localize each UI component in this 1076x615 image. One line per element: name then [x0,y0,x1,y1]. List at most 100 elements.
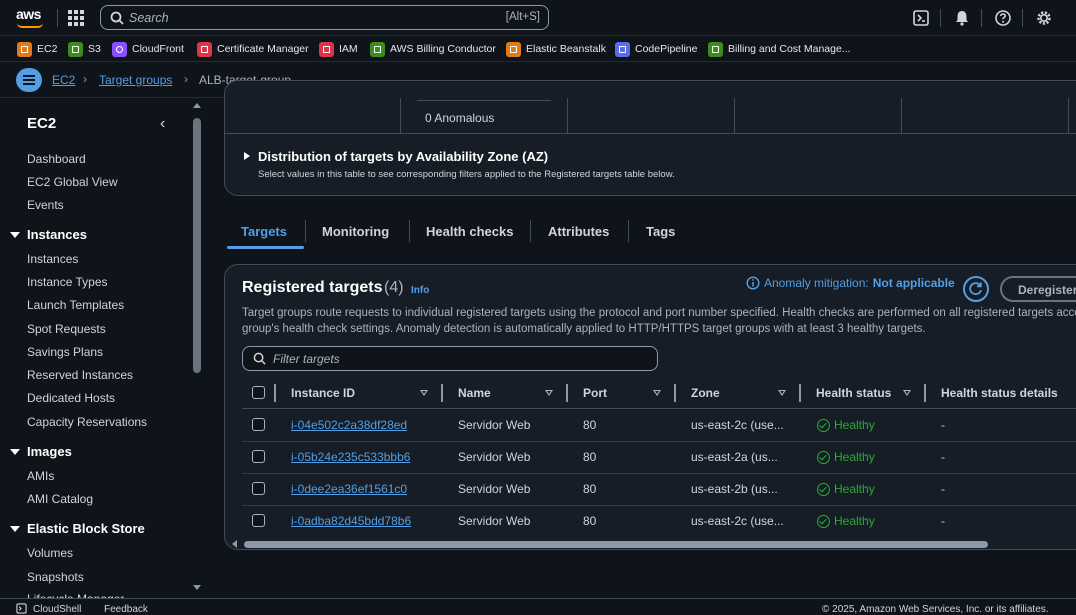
footer-copyright: © 2025, Amazon Web Services, Inc. or its… [822,604,1049,615]
bell-icon[interactable] [953,9,971,27]
favorite-s3[interactable]: S3 [68,40,101,58]
instance-id-link[interactable]: i-04e502c2a38df28ed [291,418,407,432]
sidebar-item-dedicated-hosts[interactable]: Dedicated Hosts [27,391,115,405]
table-horizontal-scrollbar[interactable] [230,539,1076,549]
favorite-codepipeline[interactable]: CodePipeline [615,40,697,58]
sort-icon[interactable] [653,390,661,396]
sidebar-item-volumes[interactable]: Volumes [27,546,73,560]
global-search[interactable]: [Alt+S] [100,5,549,30]
sidebar-item-global-view[interactable]: EC2 Global View [27,175,118,189]
sidebar-item-ami-catalog[interactable]: AMI Catalog [27,492,93,506]
column-header-port[interactable]: Port [583,386,607,400]
column-divider[interactable] [924,384,926,402]
footer-cloudshell[interactable]: CloudShell [33,604,81,615]
deregister-button[interactable]: Deregister [1000,276,1076,302]
favorite-billing-conductor[interactable]: AWS Billing Conductor [370,40,496,58]
health-status: Healthy [817,418,875,432]
anomaly-mitigation-link[interactable]: Anomaly mitigation: Not applicable [746,276,955,290]
scroll-up-icon[interactable] [193,103,201,108]
tab-attributes[interactable]: Attributes [548,224,609,239]
scroll-down-icon[interactable] [193,585,201,590]
sidebar-scrollbar[interactable] [191,98,203,598]
breadcrumb-ec2[interactable]: EC2 [52,73,75,87]
sort-icon[interactable] [545,390,553,396]
services-grid-icon[interactable] [68,10,84,26]
instance-id-link[interactable]: i-05b24e235c533bbb6 [291,450,410,464]
sidebar-section-images[interactable]: Images [10,444,72,459]
sidebar-item-amis[interactable]: AMIs [27,469,54,483]
instance-name: Servidor Web [458,514,531,528]
sort-icon[interactable] [778,390,786,396]
column-header-health-details[interactable]: Health status details [941,386,1058,400]
health-label: Healthy [834,450,875,464]
favorite-ec2[interactable]: EC2 [17,40,57,58]
tab-tags[interactable]: Tags [646,224,675,239]
footer-feedback[interactable]: Feedback [104,604,148,615]
search-input[interactable] [129,9,429,26]
scroll-left-icon[interactable] [232,540,237,548]
sidebar-item-savings-plans[interactable]: Savings Plans [27,345,103,359]
tab-monitoring[interactable]: Monitoring [322,224,389,239]
column-header-zone[interactable]: Zone [691,386,720,400]
filter-targets[interactable] [242,346,658,371]
row-checkbox[interactable] [252,514,265,527]
chevron-left-icon[interactable]: ‹ [160,115,165,133]
sidebar-item-events[interactable]: Events [27,198,64,212]
select-all-checkbox[interactable] [252,386,265,399]
instance-name: Servidor Web [458,450,531,464]
instance-id-link[interactable]: i-0dee2ea36ef1561c0 [291,482,407,496]
column-divider[interactable] [799,384,801,402]
row-checkbox[interactable] [252,482,265,495]
sidebar-item-spot-requests[interactable]: Spot Requests [27,322,106,336]
sidebar-item-dashboard[interactable]: Dashboard [27,152,86,166]
column-divider[interactable] [441,384,443,402]
anomalous-count[interactable]: 0 Anomalous [425,111,494,125]
favorite-iam[interactable]: IAM [319,40,358,58]
health-status: Healthy [817,482,875,496]
scrollbar-thumb[interactable] [193,118,201,373]
az-distribution-toggle[interactable]: Distribution of targets by Availability … [244,149,548,164]
instance-id-link[interactable]: i-0adba82d45bdd78b6 [291,514,411,528]
sidebar-section-instances[interactable]: Instances [10,227,87,242]
aws-logo[interactable]: aws [16,6,46,28]
column-header-name[interactable]: Name [458,386,491,400]
favorite-certificate-manager[interactable]: Certificate Manager [197,40,309,58]
sort-icon[interactable] [903,390,911,396]
info-link[interactable]: Info [411,285,429,296]
breadcrumb-target-groups[interactable]: Target groups [99,73,172,87]
row-checkbox[interactable] [252,418,265,431]
cloudshell-icon[interactable] [912,9,930,27]
billing-conductor-icon [370,41,385,57]
sidebar-item-launch-templates[interactable]: Launch Templates [27,298,124,312]
tab-targets[interactable]: Targets [241,224,287,239]
hamburger-menu-button[interactable] [16,68,42,92]
column-divider[interactable] [566,384,568,402]
instance-name: Servidor Web [458,418,531,432]
tab-health-checks[interactable]: Health checks [426,224,513,239]
sidebar-item-instances[interactable]: Instances [27,252,78,266]
row-checkbox[interactable] [252,450,265,463]
column-header-instance-id[interactable]: Instance ID [291,386,355,400]
gear-icon[interactable] [1035,9,1053,27]
port: 80 [583,482,597,496]
sidebar-section-ebs[interactable]: Elastic Block Store [10,521,145,536]
sidebar-item-snapshots[interactable]: Snapshots [27,570,84,584]
port: 80 [583,418,597,432]
sidebar-item-reserved-instances[interactable]: Reserved Instances [27,368,133,382]
help-icon[interactable] [994,9,1012,27]
favorite-cloudfront[interactable]: CloudFront [112,40,184,58]
column-divider[interactable] [274,384,276,402]
column-header-health-status[interactable]: Health status [816,386,891,400]
sort-icon[interactable] [420,390,428,396]
column-divider[interactable] [674,384,676,402]
filter-input[interactable] [273,351,643,367]
divider [530,220,531,242]
favorite-elastic-beanstalk[interactable]: Elastic Beanstalk [506,40,606,58]
sidebar-item-instance-types[interactable]: Instance Types [27,275,108,289]
favorite-billing-cost-management[interactable]: Billing and Cost Manage... [708,40,851,58]
billing-icon [708,41,723,57]
favorite-label: CodePipeline [635,43,698,55]
sidebar-item-capacity-reservations[interactable]: Capacity Reservations [27,415,147,429]
scrollbar-thumb[interactable] [244,541,988,548]
refresh-button[interactable] [963,276,989,302]
